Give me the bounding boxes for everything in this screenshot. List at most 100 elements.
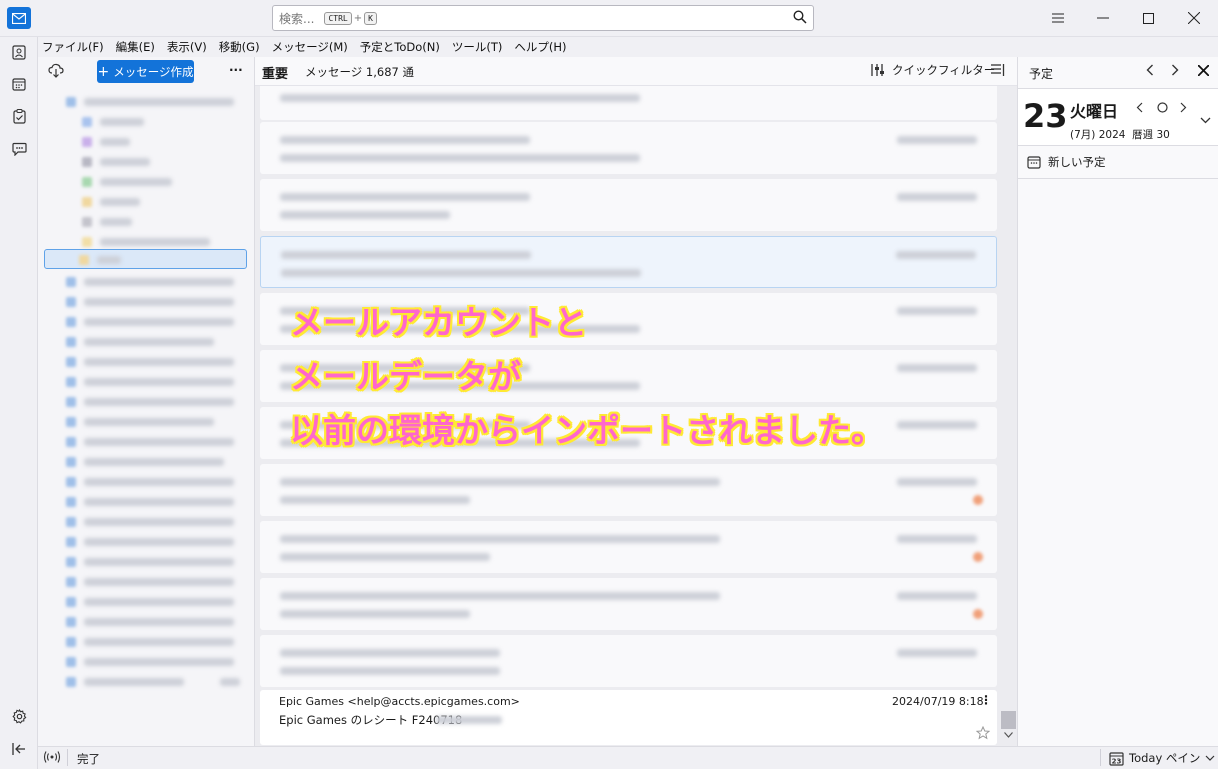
import-annotation: メールアカウントと メールデータが 以前の環境からインポートされました。 (290, 296, 990, 458)
compose-label: メッセージ作成 (113, 64, 194, 79)
app-menu-icon[interactable] (1048, 8, 1068, 28)
message-card[interactable] (260, 122, 997, 174)
menu-edit[interactable]: 編集(E) (116, 39, 155, 55)
folder-row[interactable] (48, 133, 244, 151)
menu-help[interactable]: ヘルプ(H) (514, 39, 566, 55)
folder-row[interactable] (48, 533, 244, 551)
maximize-icon[interactable] (1138, 8, 1158, 28)
collapse-spaces-icon[interactable] (8, 738, 30, 760)
close-window-icon[interactable] (1184, 8, 1204, 28)
new-event-label: 新しい予定 (1048, 155, 1106, 169)
folder-row[interactable] (48, 293, 244, 311)
mini-previous-icon[interactable] (1136, 102, 1143, 116)
title-bar: 検索... CTRL + K (0, 0, 1218, 37)
minimize-icon[interactable] (1093, 8, 1113, 28)
message-card[interactable] (260, 521, 997, 573)
folder-pane-more-icon[interactable]: ··· (229, 63, 243, 77)
previous-day-icon[interactable] (1146, 64, 1154, 79)
new-event-button[interactable]: 新しい予定 (1018, 146, 1218, 179)
folder-row[interactable] (48, 573, 244, 591)
menu-message[interactable]: メッセージ(M) (272, 39, 348, 55)
message-subject: Epic Games のレシート F240718 (279, 713, 463, 727)
scroll-down-icon[interactable] (1004, 732, 1013, 738)
folder-row[interactable] (48, 193, 244, 211)
folder-row[interactable] (48, 613, 244, 631)
day-number: 23 (1023, 97, 1068, 135)
status-divider-right (1100, 749, 1101, 766)
folder-row[interactable] (48, 353, 244, 371)
message-more-icon[interactable]: ⋮ (980, 693, 992, 707)
folder-row[interactable] (48, 173, 244, 191)
message-card[interactable] (260, 464, 997, 516)
today-pane-chevron-icon (1205, 755, 1215, 761)
folder-row[interactable] (48, 213, 244, 231)
folder-row[interactable] (48, 333, 244, 351)
compose-button[interactable]: + メッセージ作成 (97, 60, 194, 83)
online-status-icon[interactable] (43, 751, 61, 766)
folder-row[interactable] (48, 633, 244, 651)
folder-row[interactable] (48, 673, 244, 691)
scroll-thumb[interactable] (1001, 711, 1016, 729)
address-book-icon[interactable] (8, 41, 30, 63)
folder-row[interactable] (48, 153, 244, 171)
folder-name: 重要 (262, 67, 289, 82)
spaces-toolbar (0, 37, 38, 769)
close-today-pane-icon[interactable] (1197, 64, 1210, 79)
shortcut-key-ctrl: CTRL (324, 11, 352, 25)
status-bar: 完了 23 Today ペイン (38, 746, 1218, 769)
thread-scrollbar[interactable] (1000, 86, 1017, 746)
folder-row[interactable] (48, 413, 244, 431)
expand-chevron-icon[interactable] (1200, 113, 1211, 127)
message-date: 2024/07/19 8:18 (892, 695, 984, 708)
menu-tools[interactable]: ツール(T) (452, 39, 503, 55)
search-icon[interactable] (793, 10, 807, 27)
calendar-icon[interactable] (8, 73, 30, 95)
annotation-line-1: メールアカウントと (290, 303, 587, 342)
folder-row[interactable] (48, 93, 244, 111)
menu-view[interactable]: 表示(V) (167, 39, 207, 55)
annotation-line-3: 以前の環境からインポートされました。 (290, 411, 884, 450)
menu-go[interactable]: 移動(G) (219, 39, 260, 55)
menu-file[interactable]: ファイル(F) (42, 39, 104, 55)
folder-row[interactable] (48, 113, 244, 131)
folder-row[interactable] (48, 553, 244, 571)
mail-icon[interactable] (7, 7, 31, 29)
folder-row[interactable] (48, 493, 244, 511)
folder-row[interactable] (48, 433, 244, 451)
message-card[interactable] (260, 86, 997, 120)
today-pane-toggle[interactable]: 23 Today ペイン (1109, 750, 1215, 766)
weekday: 火曜日 (1070, 102, 1119, 121)
today-circle-icon[interactable] (1157, 102, 1168, 116)
folder-row[interactable] (48, 593, 244, 611)
mini-day-header: 23 火曜日 (7月) 2024 暦週 30 (1018, 88, 1218, 146)
shortcut-key-k: K (364, 11, 377, 25)
folder-row[interactable] (48, 453, 244, 471)
settings-gear-icon[interactable] (8, 705, 30, 727)
star-icon[interactable] (975, 725, 991, 743)
next-day-icon[interactable] (1171, 64, 1179, 79)
folder-row[interactable] (48, 473, 244, 491)
menu-events-tasks[interactable]: 予定とToDo(N) (360, 39, 440, 55)
folder-row-selected[interactable] (44, 249, 247, 269)
display-options-icon[interactable] (991, 64, 1005, 80)
chat-icon[interactable] (8, 138, 30, 160)
message-card-selected[interactable] (260, 236, 997, 288)
tasks-icon[interactable] (8, 105, 30, 127)
folder-row[interactable] (48, 273, 244, 291)
message-card[interactable] (260, 578, 997, 630)
folder-tree[interactable] (38, 89, 255, 709)
folder-row[interactable] (48, 373, 244, 391)
message-card-epic-games[interactable]: Epic Games <help@accts.epicgames.com> 20… (260, 690, 997, 745)
folder-row[interactable] (48, 513, 244, 531)
quick-filter-button[interactable]: クイックフィルター (871, 62, 995, 78)
message-card[interactable] (260, 179, 997, 231)
folder-row[interactable] (48, 313, 244, 331)
search-input[interactable]: 検索... CTRL + K (272, 5, 814, 31)
get-messages-icon[interactable] (48, 63, 64, 81)
message-card[interactable] (260, 635, 997, 687)
folder-row[interactable] (48, 653, 244, 671)
search-placeholder: 検索... (279, 11, 315, 26)
quick-filter-label: クイックフィルター (892, 63, 996, 77)
mini-next-icon[interactable] (1180, 102, 1187, 116)
folder-row[interactable] (48, 393, 244, 411)
